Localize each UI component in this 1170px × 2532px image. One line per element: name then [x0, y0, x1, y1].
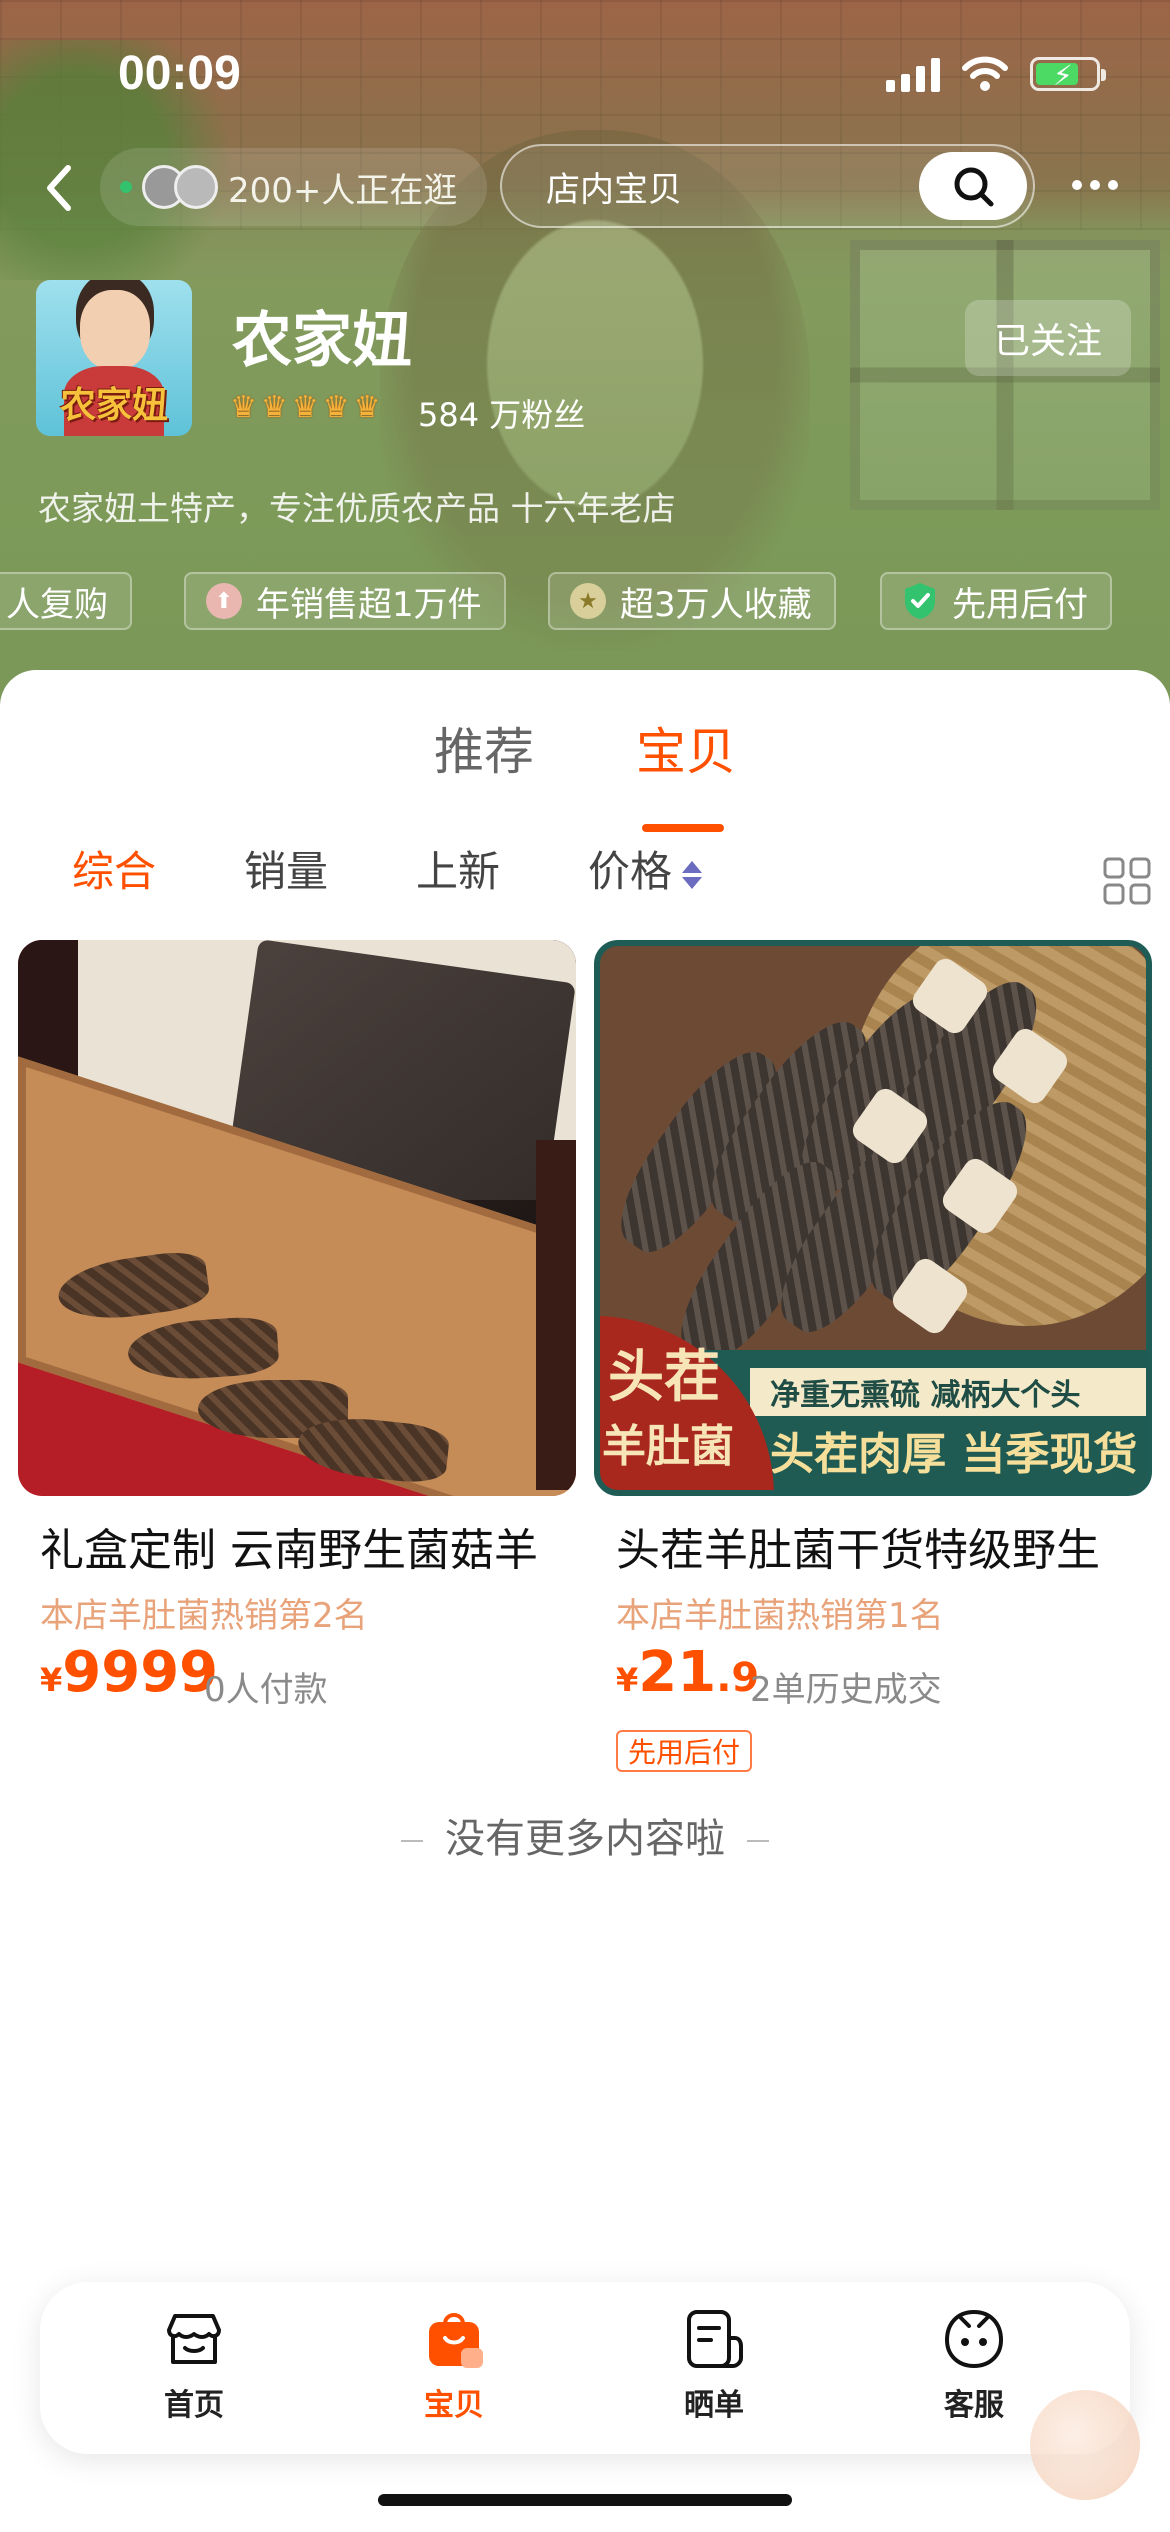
visitors-indicator: 200+人正在逛	[100, 148, 488, 226]
shop-search-input[interactable]: 店内宝贝	[500, 144, 1035, 228]
sort-newest[interactable]: 上新	[416, 838, 500, 899]
sort-arrows-icon	[682, 860, 703, 889]
shop-badges: 人复购 ⬆ 年销售超1万件 ★ 超3万人收藏 先用后付	[0, 572, 1170, 632]
bottom-tab-bar: 首页 宝贝 晒单 客服	[40, 2282, 1130, 2454]
visitors-text: 200+人正在逛	[228, 170, 458, 211]
search-placeholder: 店内宝贝	[546, 169, 682, 210]
tab-recommend[interactable]: 推荐	[434, 712, 534, 784]
crown-icon: ♛	[230, 390, 257, 425]
review-icon	[687, 2310, 743, 2368]
product-rank: 本店羊肚菌热销第1名	[616, 1596, 944, 1636]
visitor-avatars	[142, 165, 218, 209]
sort-comprehensive[interactable]: 综合	[72, 838, 156, 899]
end-of-list: 没有更多内容啦	[0, 1806, 1170, 1864]
shop-rating-crowns: ♛ ♛ ♛ ♛ ♛	[230, 390, 381, 425]
crown-icon: ♛	[291, 390, 319, 425]
pay-later-tag: 先用后付	[616, 1730, 753, 1772]
shop-name: 农家妞	[232, 306, 412, 376]
tabbar-products[interactable]: 宝贝	[374, 2304, 534, 2424]
layout-toggle-icon[interactable]	[1102, 856, 1152, 906]
product-sold-count: 2单历史成交	[750, 1670, 942, 1710]
product-card[interactable]: 净重无熏硫 减柄大个头 头茬肉厚 当季现货 头茬 羊肚菌 头茬羊肚菌干货特级野生…	[594, 940, 1152, 1772]
crown-icon: ♛	[260, 390, 288, 425]
shop-logo[interactable]: 农家妞	[36, 280, 192, 436]
sort-price[interactable]: 价格	[588, 838, 703, 899]
service-icon	[944, 2309, 1004, 2369]
tabbar-reviews[interactable]: 晒单	[634, 2304, 794, 2424]
product-rank: 本店羊肚菌热销第2名	[40, 1596, 368, 1636]
home-indicator[interactable]	[378, 2494, 792, 2506]
wifi-icon	[962, 56, 1008, 91]
shop-logo-text: 农家妞	[59, 385, 168, 426]
status-icons: ⚡	[886, 54, 1106, 94]
tabbar-service[interactable]: 客服	[894, 2304, 1054, 2424]
product-title[interactable]: 礼盒定制 云南野生菌菇羊	[40, 1514, 580, 1578]
shop-icon	[167, 2314, 221, 2364]
active-tab-indicator	[642, 824, 724, 832]
badge-pay-later[interactable]: 先用后付	[880, 572, 1112, 630]
shield-check-icon	[905, 583, 935, 619]
product-price: ¥21.9	[616, 1640, 760, 1705]
arrow-up-icon: ⬆	[206, 583, 242, 619]
shop-description: 农家妞土特产，专注优质农产品 十六年老店	[38, 489, 676, 528]
battery-icon: ⚡	[1030, 57, 1106, 92]
floating-action-button[interactable]	[1030, 2390, 1140, 2500]
product-sold-count: 0人付款	[204, 1670, 328, 1710]
product-image[interactable]: 净重无熏硫 减柄大个头 头茬肉厚 当季现货 头茬 羊肚菌	[594, 940, 1152, 1496]
product-card[interactable]: 礼盒定制 云南野生菌菇羊 本店羊肚菌热销第2名 ¥9999 0人付款	[18, 940, 576, 1710]
status-time: 00:09	[118, 47, 241, 100]
star-icon: ★	[570, 583, 606, 619]
online-dot	[120, 181, 132, 193]
sort-sales[interactable]: 销量	[244, 838, 328, 899]
search-button[interactable]	[919, 152, 1027, 220]
content-tabs: 推荐 宝贝	[0, 712, 1170, 832]
content-sheet: 推荐 宝贝 综合 销量 上新 价格 礼盒定制 云南野生菌菇羊 本店羊肚菌热销第2…	[0, 670, 1170, 2532]
more-menu-icon[interactable]	[1072, 170, 1132, 200]
back-icon[interactable]	[40, 158, 80, 218]
image-slogan-text: 头茬肉厚 当季现货	[770, 1429, 1138, 1480]
fans-count: 584 万粉丝	[418, 396, 586, 434]
badge-favorites[interactable]: ★ 超3万人收藏	[548, 572, 836, 630]
badge-annual-sales[interactable]: ⬆ 年销售超1万件	[184, 572, 506, 630]
crown-icon: ♛	[353, 390, 381, 425]
tab-products[interactable]: 宝贝	[636, 712, 736, 784]
tabbar-home[interactable]: 首页	[114, 2304, 274, 2424]
product-title[interactable]: 头茬羊肚菌干货特级野生	[616, 1514, 1156, 1578]
cellular-signal-icon	[886, 56, 940, 92]
badge-repurchase[interactable]: 人复购	[0, 572, 132, 630]
bag-icon	[429, 2313, 483, 2368]
crown-icon: ♛	[322, 390, 350, 425]
product-price: ¥9999	[40, 1640, 219, 1705]
search-icon	[954, 167, 994, 207]
image-seal: 头茬 羊肚菌	[600, 1316, 774, 1490]
follow-button[interactable]: 已关注	[965, 300, 1131, 376]
product-image[interactable]	[18, 940, 576, 1496]
image-banner-text: 净重无熏硫 减柄大个头	[750, 1368, 1146, 1416]
sort-bar: 综合 销量 上新 价格	[0, 838, 1170, 918]
